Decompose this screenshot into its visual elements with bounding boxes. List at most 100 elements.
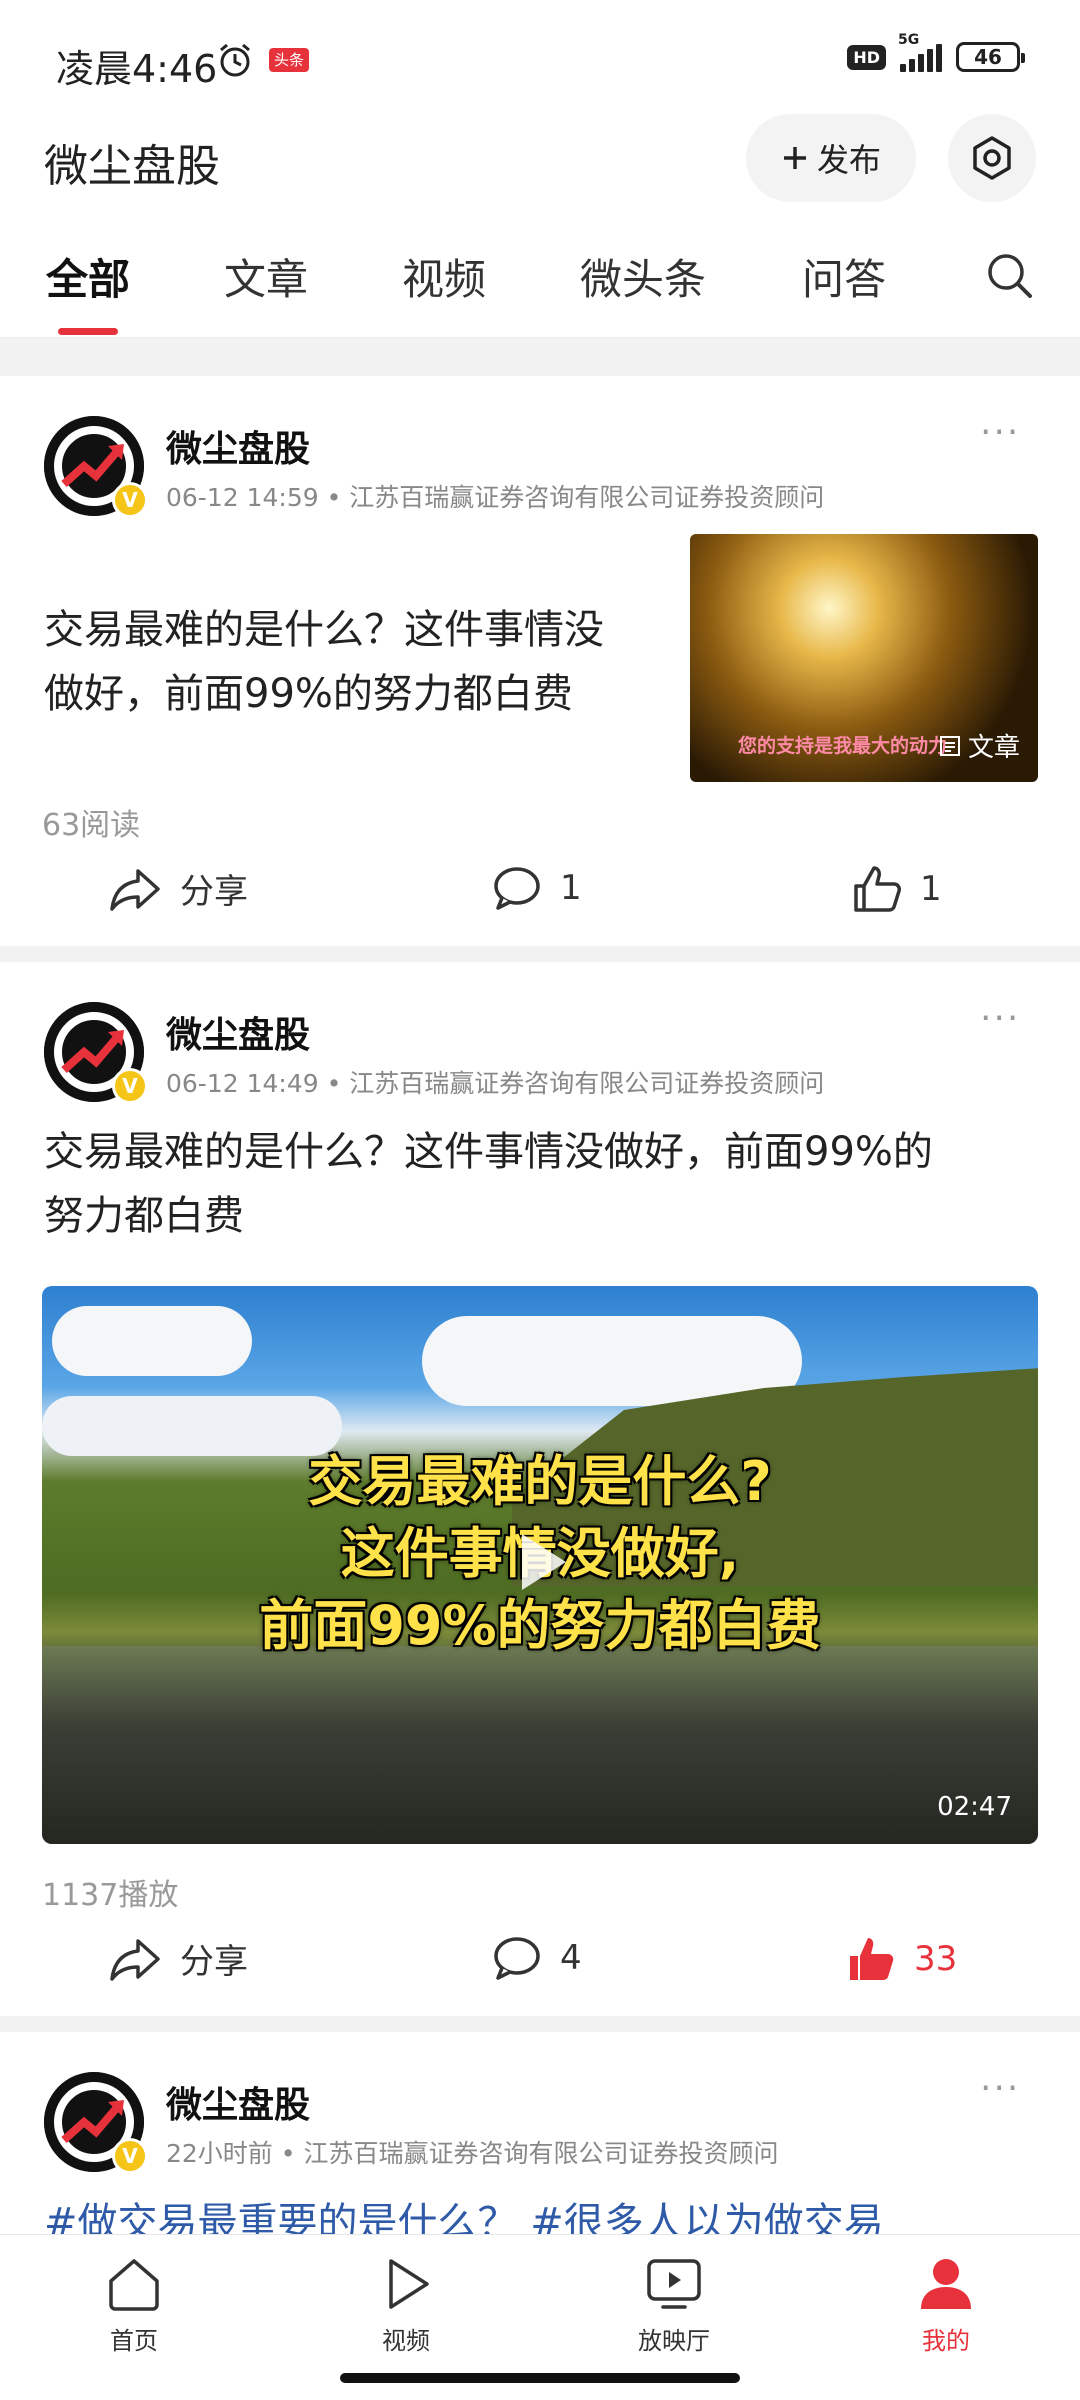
share-label: 分享 [180,1942,248,1982]
gear-icon [973,136,1011,180]
publish-button[interactable]: 发布 [746,114,916,202]
comment-button[interactable]: 1 [492,864,582,912]
news-app-badge: 头条 [269,48,310,72]
plus-icon [783,147,806,169]
video-scene [42,1646,1038,1844]
avatar[interactable]: V [44,2072,148,2174]
active-tab-indicator [58,328,118,335]
post-title-line: 做好，前面99%的努力都白费 [44,671,573,717]
comment-button[interactable]: 4 [492,1934,582,1982]
comment-count: 4 [560,1938,582,1978]
tab-videos[interactable]: 视频 [402,246,486,307]
nav-home[interactable]: 首页 [64,2255,204,2356]
comment-icon [494,867,540,910]
status-time: 凌晨4:46 [56,47,218,91]
tab-all[interactable]: 全部 [46,246,130,307]
tab-micro-posts[interactable]: 微头条 [580,246,706,307]
post-title[interactable]: 交易最难的是什么？这件事情没做好，前面99%的 努力都白费 [44,1120,933,1248]
post-time: 06-12 14:59 [166,483,319,512]
home-icon [109,2259,159,2311]
avatar[interactable]: V [44,416,148,518]
user-icon [921,2259,971,2309]
battery-icon: 46 [956,42,1025,72]
nav-mine-label: 我的 [922,2327,970,2355]
play-count: 1137播放 [42,1878,179,1913]
video-overlay-line: 前面99%的努力都白费 [259,1594,821,1657]
play-triangle-icon [389,2259,429,2309]
status-right-icons: HD 5G 46 [847,32,1025,72]
more-options-icon[interactable]: ··· [980,412,1020,453]
share-button[interactable]: 分享 [108,1934,248,1983]
signal-icon: 5G [898,32,942,72]
hd-badge: HD [847,44,886,70]
like-button[interactable]: 1 [852,864,942,914]
tab-articles[interactable]: 文章 [224,246,308,307]
author-name[interactable]: 微尘盘股 [166,2076,310,2128]
more-options-icon[interactable]: ··· [980,998,1020,1039]
video-duration: 02:47 [937,1792,1012,1822]
post-card[interactable]: V 微尘盘股 06-12 14:49 • 江苏百瑞赢证券咨询有限公司证券投资顾问… [0,962,1080,2016]
nav-mine[interactable]: 我的 [876,2255,1016,2356]
thumbs-up-filled-icon [850,1938,894,1980]
video-overlay-line: 交易最难的是什么? [308,1450,772,1513]
author-certification: 江苏百瑞赢证券咨询有限公司证券投资顾问 [349,483,825,512]
nav-cinema-label: 放映厅 [638,2327,710,2355]
post-card[interactable]: V 微尘盘股 06-12 14:59 • 江苏百瑞赢证券咨询有限公司证券投资顾问… [0,376,1080,946]
nav-cinema[interactable]: 放映厅 [604,2255,744,2356]
more-options-icon[interactable]: ··· [980,2068,1020,2109]
share-icon [110,868,160,911]
nav-video[interactable]: 视频 [336,2255,476,2356]
post-time: 06-12 14:49 [166,1069,319,1098]
status-left-icons: 头条 [215,40,310,80]
alarm-clock-icon [220,43,250,77]
status-bar: 凌晨4:46 头条 HD 5G 46 [0,0,1080,110]
post-meta: 06-12 14:49 • 江苏百瑞赢证券咨询有限公司证券投资顾问 [166,1069,825,1098]
comment-icon [494,1937,540,1980]
post-meta: 22小时前 • 江苏百瑞赢证券咨询有限公司证券投资顾问 [166,2139,779,2168]
nav-home-label: 首页 [110,2327,158,2355]
share-label: 分享 [180,872,248,912]
read-count: 63阅读 [42,808,141,843]
avatar[interactable]: V [44,1002,148,1104]
verified-badge: V [112,1068,148,1104]
thumbs-up-icon [854,866,901,912]
verified-badge: V [112,2138,148,2174]
share-button[interactable]: 分享 [108,864,248,913]
post-title-line: 交易最难的是什么？这件事情没做好，前面99%的 [44,1129,933,1175]
post-title-line: 努力都白费 [44,1193,244,1239]
publish-label: 发布 [816,141,881,179]
home-indicator[interactable] [340,2373,740,2383]
search-icon[interactable] [984,250,1036,302]
article-tag-label: 文章 [967,733,1020,763]
post-card[interactable]: V 微尘盘股 22小时前 • 江苏百瑞赢证券咨询有限公司证券投资顾问 ··· #… [0,2032,1080,2246]
tv-icon [647,2259,701,2309]
author-name[interactable]: 微尘盘股 [166,1006,310,1058]
post-title[interactable]: 交易最难的是什么？这件事情没 做好，前面99%的努力都白费 [44,598,604,726]
post-time: 22小时前 [166,2139,273,2168]
page-title: 微尘盘股 [44,141,220,192]
article-thumbnail[interactable]: 您的支持是我最大的动力 文章 [690,534,1038,782]
settings-button[interactable] [948,114,1036,202]
battery-level: 46 [974,45,1002,69]
verified-badge: V [112,482,148,518]
thumbnail-caption: 您的支持是我最大的动力 [738,735,948,757]
post-meta: 06-12 14:59 • 江苏百瑞赢证券咨询有限公司证券投资顾问 [166,483,825,512]
tab-bar: 全部 文章 视频 微头条 问答 [0,210,1080,338]
like-count: 33 [914,1939,958,1979]
network-type: 5G [898,32,920,48]
article-tag: 文章 [938,727,1020,764]
author-name[interactable]: 微尘盘股 [166,420,310,472]
video-player[interactable]: 交易最难的是什么? 这件事情没做好, 前面99%的努力都白费 02:47 [42,1286,1038,1844]
nav-video-label: 视频 [382,2327,430,2355]
play-icon[interactable] [504,1526,576,1598]
video-scene [52,1306,252,1376]
header: 微尘盘股 发布 [0,110,1080,210]
share-icon [110,1938,160,1981]
like-button[interactable]: 33 [846,1934,957,1984]
like-count: 1 [920,869,942,909]
author-certification: 江苏百瑞赢证券咨询有限公司证券投资顾问 [349,1069,825,1098]
comment-count: 1 [560,868,582,908]
post-title-line: 交易最难的是什么？这件事情没 [44,607,604,653]
tab-qa[interactable]: 问答 [802,246,886,307]
author-certification: 江苏百瑞赢证券咨询有限公司证券投资顾问 [303,2139,779,2168]
